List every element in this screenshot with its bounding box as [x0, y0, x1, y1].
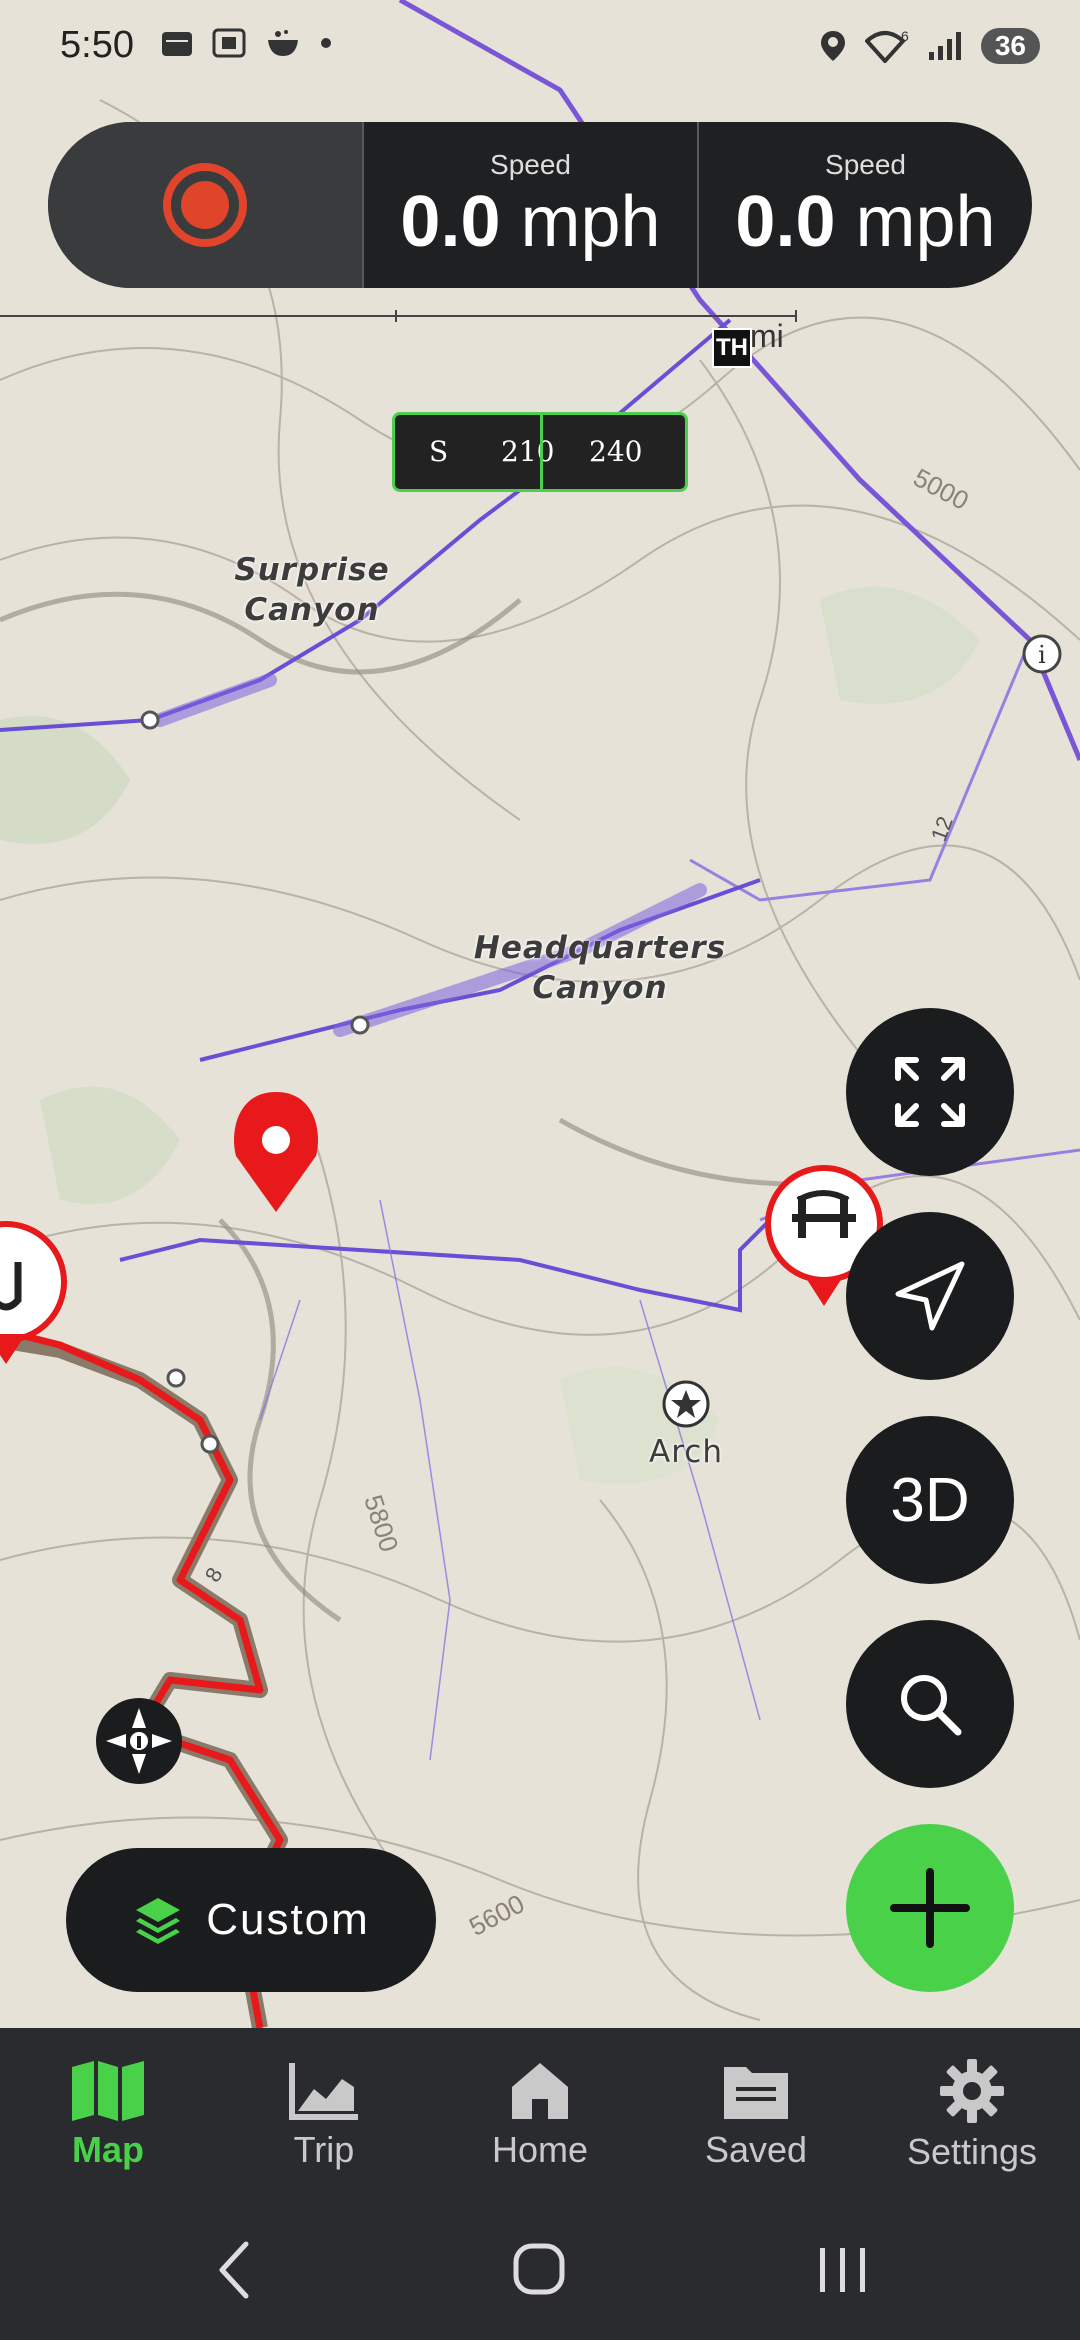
nav-label-saved: Saved	[704, 2129, 808, 2170]
status-time: 5:50	[60, 24, 134, 66]
speed-label: Speed	[490, 149, 571, 180]
nav-item-settings[interactable]: Settings	[864, 2028, 1080, 2202]
map-icon	[72, 2061, 144, 2121]
wifi-icon: 6	[864, 29, 909, 63]
label-headquarters-canyon: Headquarters Canyon	[473, 930, 727, 1006]
record-button[interactable]	[48, 122, 364, 288]
svg-text:i: i	[1038, 641, 1046, 669]
compass-needle	[540, 415, 543, 489]
location-icon	[820, 31, 845, 61]
dot-icon	[321, 38, 331, 48]
map-orientation-button[interactable]	[96, 1698, 182, 1784]
navigate-button[interactable]	[846, 1212, 1014, 1380]
compass-heading-strip: S 210 240	[392, 412, 688, 492]
scale-label: mi	[750, 318, 784, 354]
speed-widget-1[interactable]: Speed 0.0 mph	[364, 122, 697, 288]
home-system-icon[interactable]	[513, 2243, 565, 2295]
compass-rose-icon	[106, 1708, 172, 1774]
folder-icon	[724, 2067, 788, 2119]
screenshot-icon	[212, 28, 246, 58]
back-icon[interactable]	[219, 2241, 249, 2299]
cauldron-icon	[268, 30, 298, 56]
battery-indicator: 36	[980, 28, 1040, 64]
layers-icon	[136, 1898, 181, 1944]
home-icon	[512, 2063, 568, 2119]
speed-panel: Speed 0.0 mph Speed 0.0 mph	[48, 122, 1032, 288]
nav-item-trip[interactable]: Trip	[216, 2028, 432, 2202]
fullscreen-button[interactable]	[846, 1008, 1014, 1176]
map-layers-label: Custom	[206, 1895, 370, 1944]
speed-widget-2[interactable]: Speed 0.0 mph	[697, 122, 1032, 288]
label-arch: Arch	[649, 1434, 723, 1470]
status-bar: 5:50 6 36	[0, 0, 1080, 100]
nav-label-trip: Trip	[293, 2129, 355, 2170]
nav-item-map[interactable]: Map	[0, 2028, 216, 2202]
system-navigation-bar	[0, 2202, 1080, 2340]
recents-icon[interactable]	[820, 2248, 865, 2292]
plus-icon	[890, 1868, 970, 1948]
toggle-3d-button[interactable]: 3D	[846, 1416, 1014, 1584]
svg-text:6: 6	[901, 29, 909, 44]
navigate-icon	[895, 1261, 965, 1331]
nav-label-settings: Settings	[906, 2131, 1038, 2172]
nav-label-map: Map	[72, 2129, 144, 2170]
search-icon	[901, 1675, 962, 1736]
map-layers-button[interactable]: Custom	[66, 1848, 436, 1992]
add-button[interactable]	[846, 1824, 1014, 1992]
location-pin-icon	[234, 1092, 318, 1212]
nav-label-home: Home	[491, 2129, 589, 2170]
speed-value: 0.0 mph	[400, 182, 661, 262]
speed-value: 0.0 mph	[735, 182, 996, 262]
bottom-nav: Map Trip Home Saved Settings	[0, 2028, 1080, 2202]
chart-icon	[289, 2063, 358, 2120]
signal-icon	[928, 32, 961, 60]
expand-icon	[895, 1057, 965, 1127]
label-surprise-canyon: Surprise Canyon	[234, 552, 390, 628]
trailhead-badge: TH	[712, 328, 752, 368]
calendar-icon	[162, 32, 192, 56]
notification-icons	[160, 28, 332, 58]
record-icon	[163, 163, 247, 247]
system-status-icons: 6 36	[819, 28, 1040, 64]
nav-item-home[interactable]: Home	[432, 2028, 648, 2202]
search-button[interactable]	[846, 1620, 1014, 1788]
speed-label: Speed	[825, 149, 906, 180]
map-view[interactable]: i TH mi S 210 240 Surprise Canyon Headqua…	[0, 0, 1080, 2028]
nav-item-saved[interactable]: Saved	[648, 2028, 864, 2202]
gear-icon	[940, 2059, 1004, 2123]
